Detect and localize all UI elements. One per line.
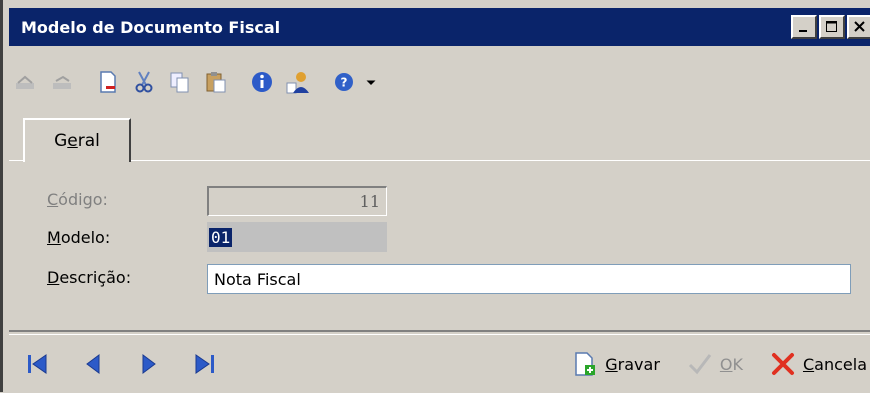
ok-accelerator: O: [719, 354, 733, 374]
window-title: Modelo de Documento Fiscal: [21, 17, 281, 37]
nav-first-button[interactable]: [9, 344, 65, 384]
dialog-window: Modelo de Documento Fiscal ? G e ral Cód…: [0, 0, 870, 392]
modelo-label-text: odelo:: [60, 228, 111, 247]
tab-label-prefix: G: [54, 131, 68, 151]
paste-icon: [206, 72, 226, 93]
toolbar-first-button[interactable]: [9, 65, 43, 99]
gravar-button[interactable]: Gravar: [571, 350, 660, 378]
checkmark-icon: [688, 354, 712, 375]
previous-record-icon: [86, 354, 100, 374]
first-record-icon: [16, 75, 34, 89]
tab-label-accelerator: e: [67, 131, 78, 151]
modelo-label: Modelo:: [47, 228, 110, 247]
toolbar-user-button[interactable]: [281, 65, 315, 99]
cut-icon: [135, 71, 153, 93]
descricao-field[interactable]: Nota Fiscal: [207, 264, 851, 294]
modelo-label-accelerator: M: [47, 228, 61, 247]
tab-label-suffix: ral: [77, 131, 100, 151]
window-controls: [789, 15, 870, 39]
next-record-icon: [142, 354, 156, 374]
title-bar[interactable]: Modelo de Documento Fiscal: [9, 8, 870, 46]
toolbar-info-button[interactable]: [245, 65, 279, 99]
minimize-icon: [799, 30, 807, 32]
codigo-label-text: ódigo:: [58, 190, 108, 209]
first-record-icon: [28, 354, 47, 374]
last-record-icon: [195, 354, 214, 374]
form-panel: Código: 11 Modelo: 01 Descrição: Nota Fi…: [9, 160, 870, 332]
toolbar-help-dropdown[interactable]: [363, 65, 379, 99]
descricao-label: Descrição:: [47, 268, 131, 287]
svg-text:?: ?: [341, 76, 348, 90]
maximize-icon: [826, 21, 837, 32]
cancela-label: ancela: [814, 354, 867, 374]
previous-record-icon: [53, 75, 71, 89]
toolbar-paste-button[interactable]: [199, 65, 233, 99]
cancela-accelerator: C: [802, 354, 815, 374]
toolbar-previous-button[interactable]: [45, 65, 79, 99]
user-icon: [286, 72, 309, 94]
maximize-button[interactable]: [819, 15, 845, 39]
copy-icon: [170, 72, 189, 93]
help-icon: ?: [335, 73, 353, 91]
toolbar-help-button[interactable]: ?: [327, 65, 361, 99]
descricao-label-text: escrição:: [59, 268, 132, 287]
modelo-value-selected: 01: [209, 227, 233, 247]
cancel-x-icon: [771, 353, 794, 375]
codigo-label-accelerator: C: [47, 190, 59, 209]
descricao-label-accelerator: D: [47, 268, 60, 287]
toolbar: ?: [9, 54, 870, 110]
codigo-label: Código:: [47, 190, 108, 209]
descricao-value: Nota Fiscal: [214, 269, 301, 289]
close-icon: [854, 21, 865, 32]
toolbar-new-button[interactable]: [91, 65, 125, 99]
new-document-icon: [100, 71, 116, 93]
ok-button[interactable]: OK: [686, 350, 743, 378]
gravar-accelerator: G: [605, 354, 618, 374]
gravar-label: ravar: [617, 354, 660, 374]
nav-last-button[interactable]: [177, 344, 233, 384]
minimize-button[interactable]: [791, 15, 817, 39]
tab-strip: Ge ral: [9, 112, 870, 162]
nav-next-button[interactable]: [121, 344, 177, 384]
modelo-field[interactable]: 01: [207, 222, 387, 252]
save-document-icon: [575, 352, 596, 376]
ok-label: K: [732, 354, 743, 374]
cancela-button[interactable]: Cancela: [769, 350, 867, 378]
toolbar-cut-button[interactable]: [127, 65, 161, 99]
info-icon: [252, 72, 272, 92]
codigo-field: 11: [207, 186, 387, 216]
tab-geral[interactable]: Ge ral: [23, 118, 131, 162]
bottom-bar: Gravar OK Cancela: [9, 334, 870, 393]
close-button[interactable]: [847, 15, 870, 39]
toolbar-copy-button[interactable]: [163, 65, 197, 99]
dropdown-arrow-icon: [366, 80, 376, 85]
nav-previous-button[interactable]: [65, 344, 121, 384]
codigo-value: 11: [359, 192, 380, 211]
